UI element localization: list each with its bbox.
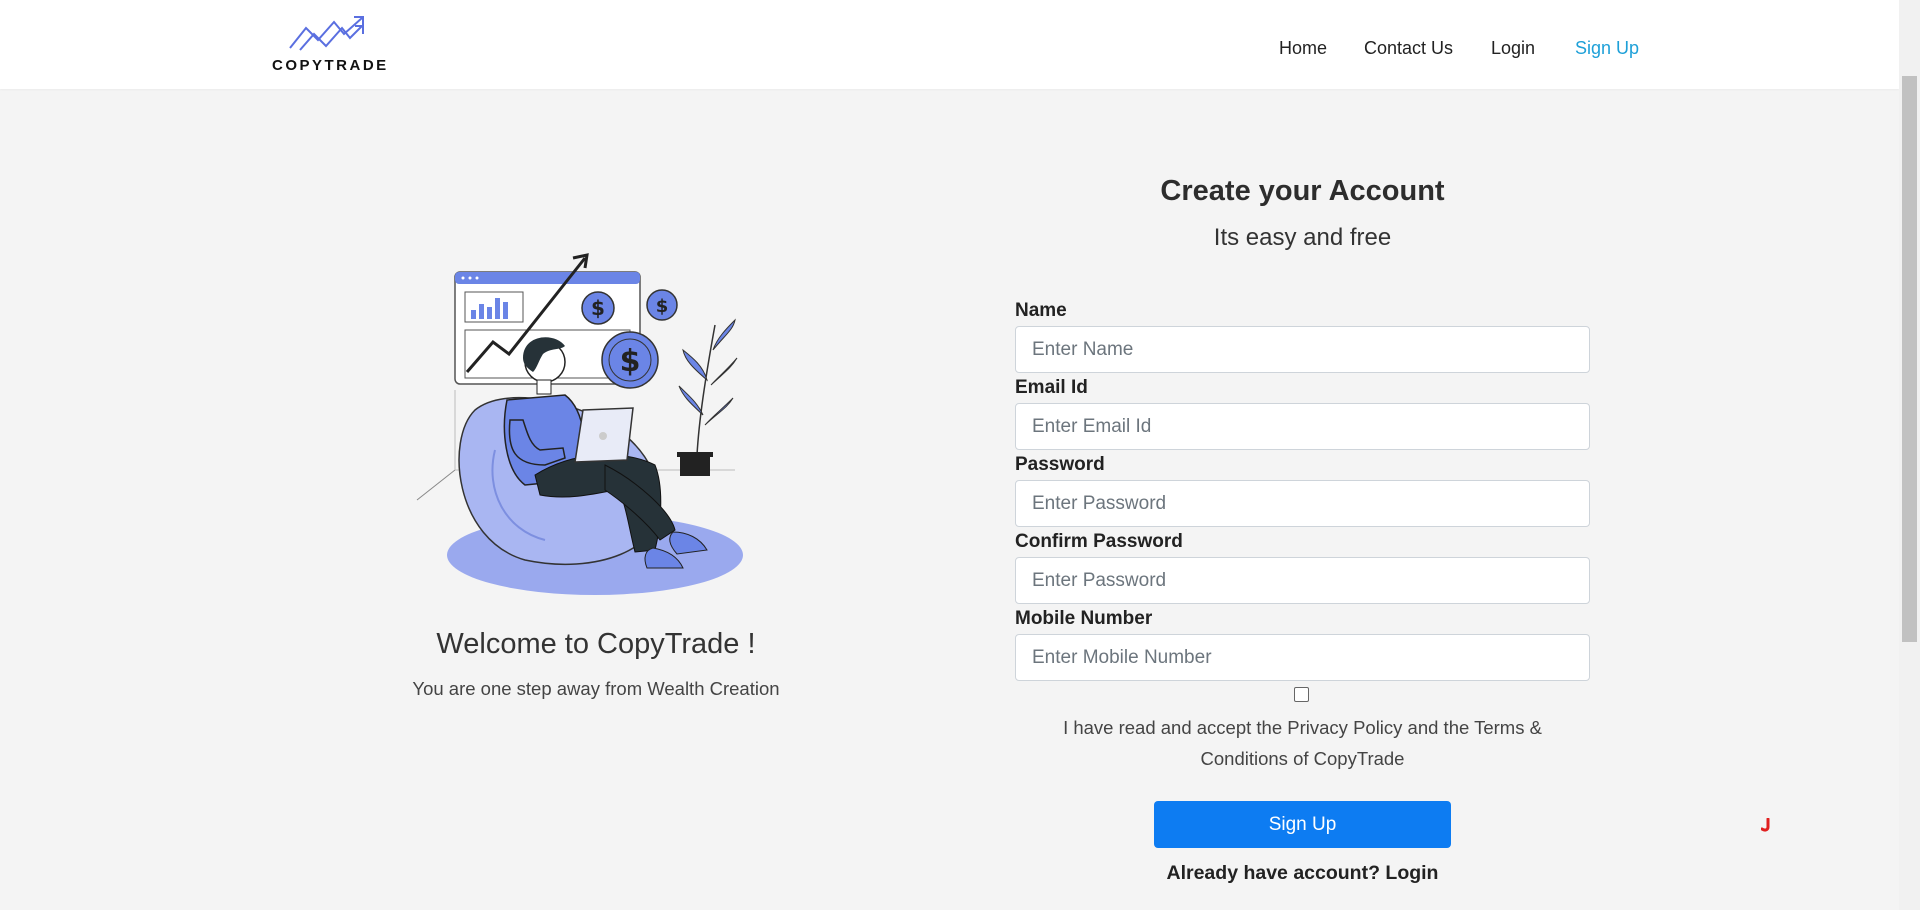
- chart-trend-icon: [289, 16, 364, 51]
- confirm-password-input[interactable]: [1015, 557, 1590, 604]
- copytrade-logo[interactable]: COPYTRADE: [272, 14, 389, 74]
- login-link[interactable]: Already have account? Login: [1015, 862, 1590, 885]
- mobile-label: Mobile Number: [1015, 608, 1153, 629]
- password-label: Password: [1015, 454, 1105, 475]
- welcome-subtitle: You are one step away from Wealth Creati…: [412, 678, 780, 699]
- form-subtitle: Its easy and free: [1213, 224, 1392, 251]
- red-marker-icon: [1761, 818, 1770, 832]
- welcome-title: Welcome to CopyTrade !: [436, 628, 756, 660]
- top-navbar: COPYTRADE Home Contact Us Login Sign Up: [0, 0, 1899, 89]
- name-input[interactable]: [1015, 326, 1590, 373]
- nav-sign-up[interactable]: Sign Up: [1575, 38, 1639, 59]
- nav-login[interactable]: Login: [1491, 38, 1535, 59]
- confirm-password-label: Confirm Password: [1015, 531, 1183, 552]
- page-scrollbar[interactable]: [1899, 0, 1920, 910]
- scrollbar-thumb[interactable]: [1902, 76, 1917, 642]
- nav-contact-us[interactable]: Contact Us: [1364, 38, 1453, 59]
- nav-home[interactable]: Home: [1279, 38, 1327, 59]
- svg-text:$: $: [591, 296, 605, 320]
- sign-up-button[interactable]: Sign Up: [1154, 801, 1451, 848]
- svg-text:$: $: [620, 344, 641, 379]
- form-title: Create your Account: [1160, 175, 1445, 207]
- name-label: Name: [1015, 300, 1067, 321]
- terms-checkbox[interactable]: [1294, 687, 1309, 702]
- svg-text:$: $: [656, 296, 669, 317]
- password-input[interactable]: [1015, 480, 1590, 527]
- brand-name: COPYTRADE: [272, 57, 389, 74]
- terms-text: I have read and accept the Privacy Polic…: [1063, 717, 1542, 769]
- investor-illustration: $ $ $: [415, 250, 775, 605]
- mobile-input[interactable]: [1015, 634, 1590, 681]
- email-label: Email Id: [1015, 377, 1088, 398]
- email-input[interactable]: [1015, 403, 1590, 450]
